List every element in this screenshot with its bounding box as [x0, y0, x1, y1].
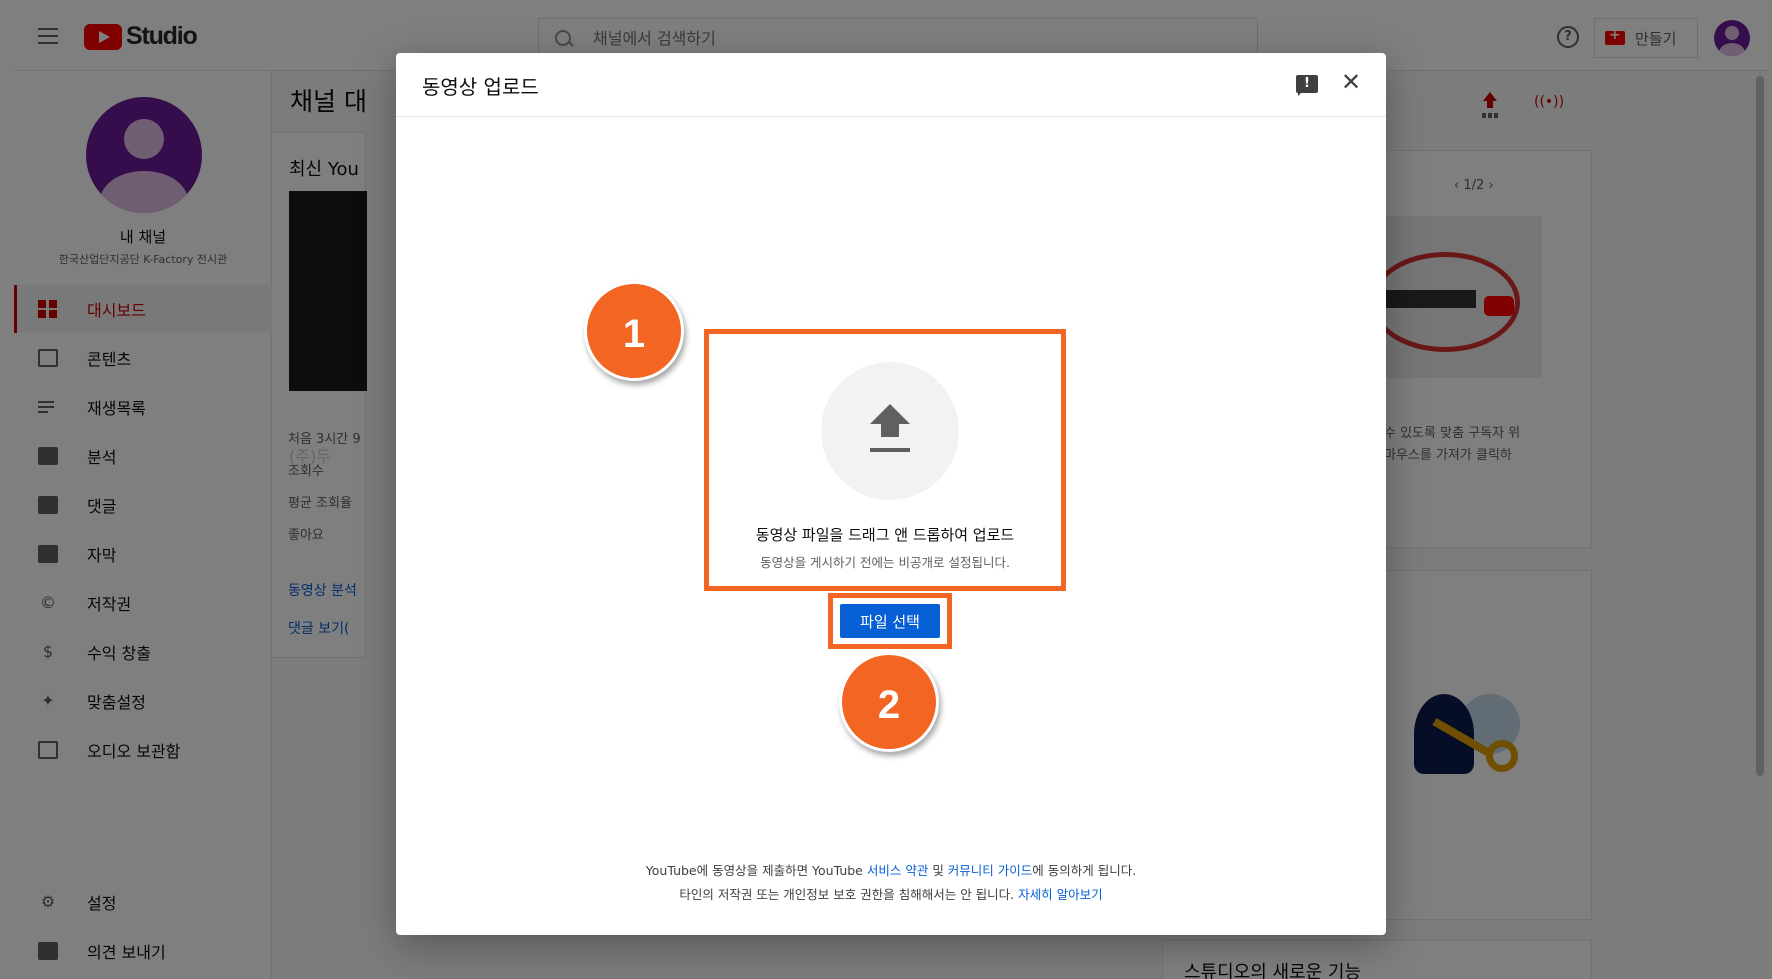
dialog-title: 동영상 업로드 — [422, 75, 539, 99]
legal-text: 타인의 저작권 또는 개인정보 보호 권한을 침해해서는 안 됩니다. — [679, 887, 1019, 902]
dialog-header: 동영상 업로드 ! ✕ — [396, 53, 1386, 117]
drop-instruction: 동영상 파일을 드래그 앤 드롭하여 업로드 — [755, 526, 1015, 544]
select-file-highlight: 파일 선택 — [828, 593, 952, 649]
terms-of-service-link[interactable]: 서비스 약관 — [867, 863, 928, 878]
upload-arrow-icon[interactable] — [821, 362, 959, 500]
legal-text: 에 동의하게 됩니다. — [1032, 863, 1137, 878]
legal-text: 및 — [928, 863, 948, 878]
select-file-button[interactable]: 파일 선택 — [840, 604, 940, 638]
legal-text-line1: YouTube에 동영상을 제출하면 YouTube 서비스 약관 및 커뮤니티… — [396, 860, 1386, 879]
drop-subtext: 동영상을 게시하기 전에는 비공개로 설정됩니다. — [760, 555, 1010, 570]
community-guidelines-link[interactable]: 커뮤니티 가이드 — [948, 863, 1032, 878]
close-icon[interactable]: ✕ — [1338, 69, 1364, 95]
step-badge-1: 1 — [584, 281, 684, 381]
step-badge-2: 2 — [839, 652, 939, 752]
drop-zone[interactable]: 동영상 파일을 드래그 앤 드롭하여 업로드 동영상을 게시하기 전에는 비공개… — [704, 329, 1066, 591]
feedback-icon[interactable]: ! — [1296, 75, 1318, 96]
learn-more-link[interactable]: 자세히 알아보기 — [1018, 887, 1102, 902]
upload-dialog: 동영상 업로드 ! ✕ 동영상 파일을 드래그 앤 드롭하여 업로드 동영상을 … — [396, 53, 1386, 935]
legal-text: YouTube에 동영상을 제출하면 YouTube — [645, 863, 867, 878]
legal-text-line2: 타인의 저작권 또는 개인정보 보호 권한을 침해해서는 안 됩니다. 자세히 … — [396, 884, 1386, 903]
